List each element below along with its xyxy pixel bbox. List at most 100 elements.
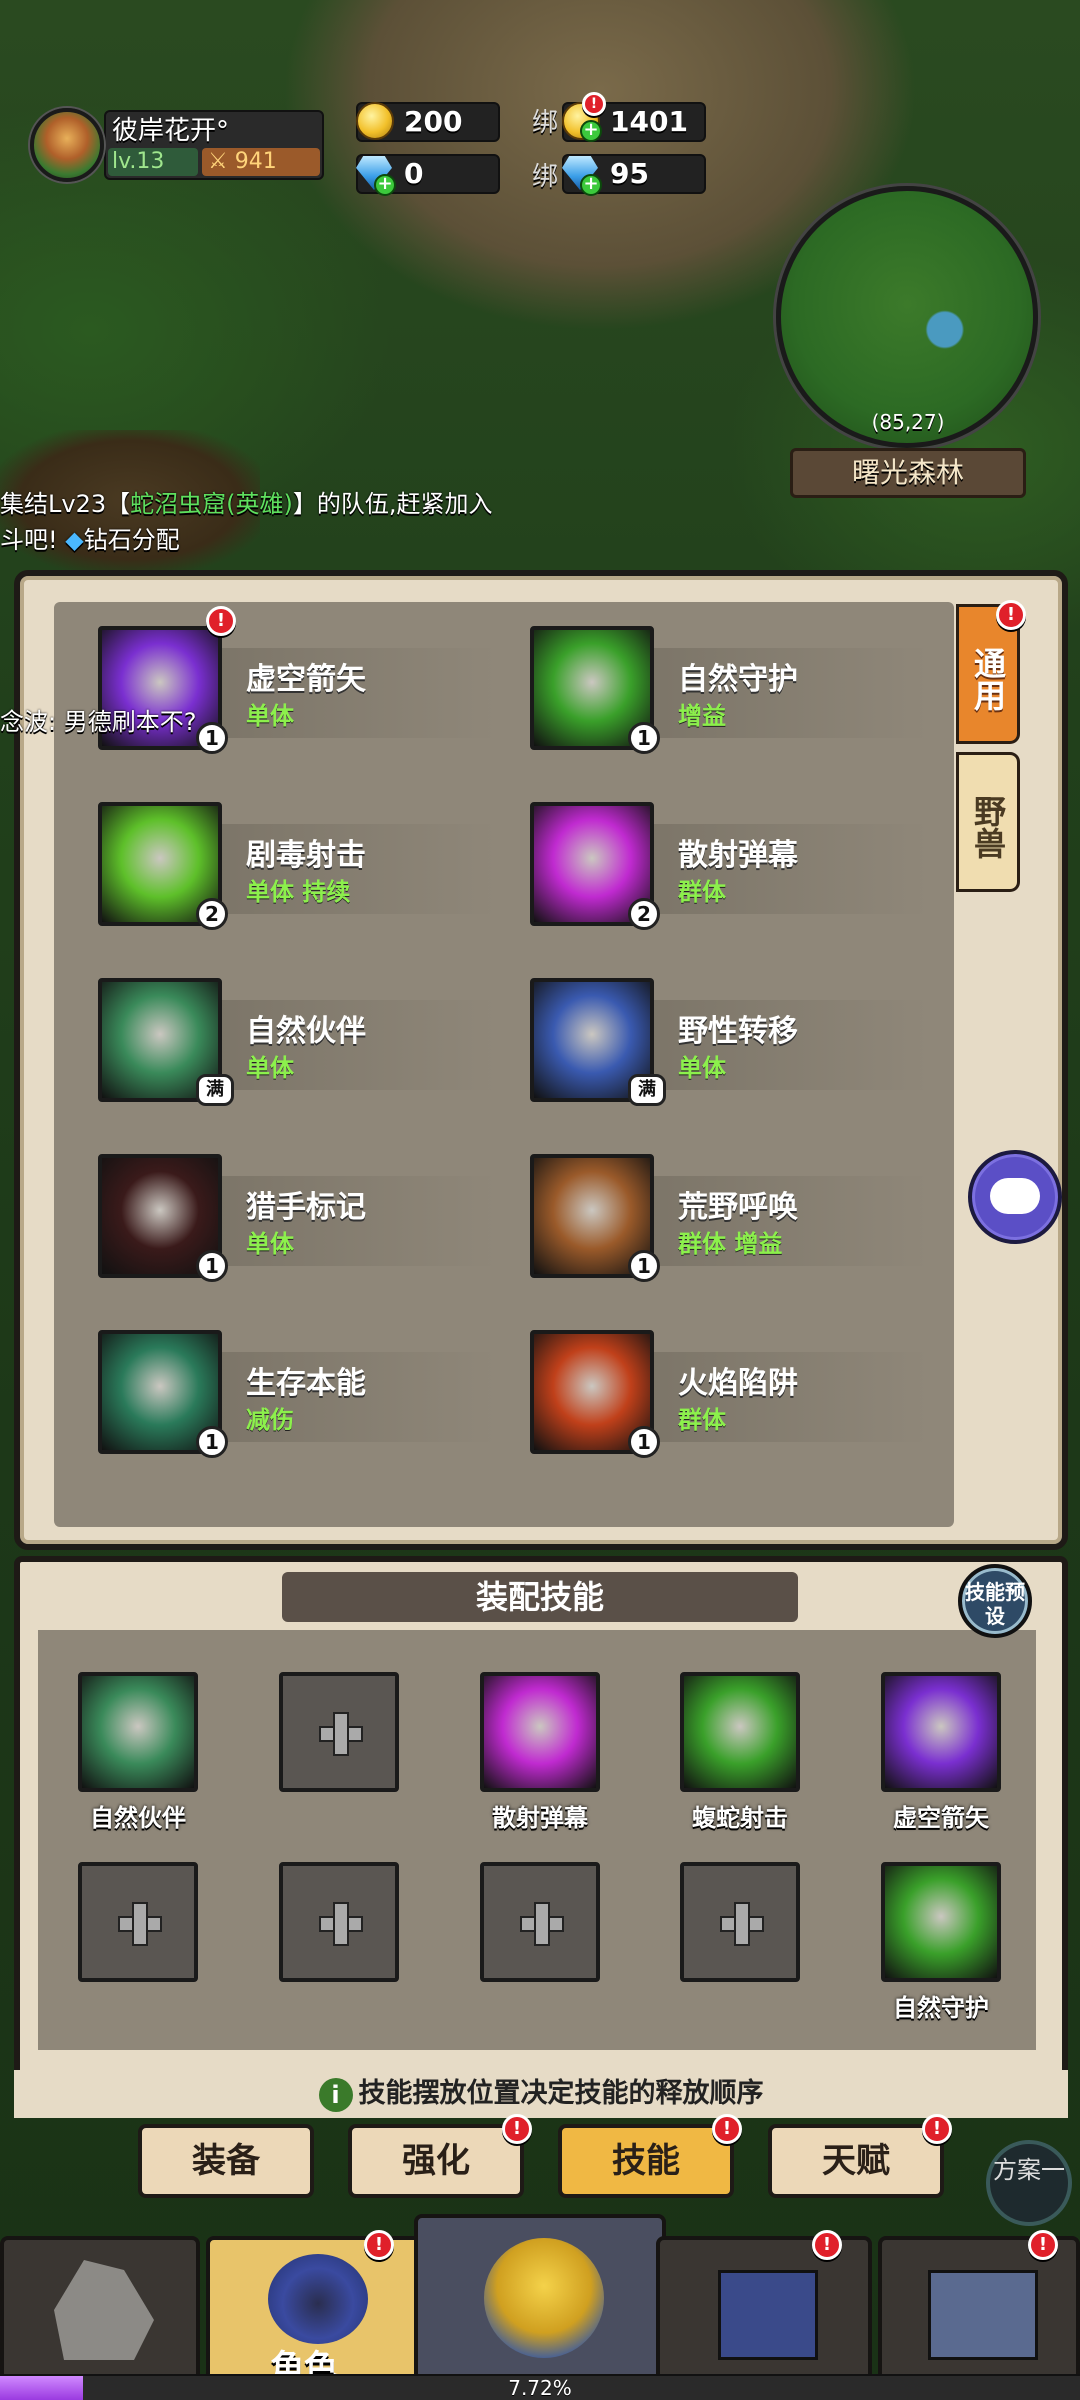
skill-tags: 群体	[678, 1406, 726, 1434]
gold-value: 200	[404, 105, 463, 138]
sword-icon: ⚔	[208, 149, 228, 174]
skill-name: 散射弹幕	[678, 838, 798, 873]
tab-skills[interactable]: 技能	[558, 2124, 734, 2198]
skill-card[interactable]: 荒野呼唤 群体 增益 1	[488, 1126, 928, 1282]
alert-badge-icon: !	[206, 606, 236, 636]
tab-equipment[interactable]: 装备	[138, 2124, 314, 2198]
map-name[interactable]: 曙光森林	[790, 448, 1026, 498]
xp-percent: 7.72%	[508, 2376, 572, 2400]
equipped-skill-slot[interactable]	[881, 1672, 1001, 1792]
alert-badge-icon: !	[712, 2114, 742, 2144]
mascot-battle-icon	[484, 2238, 604, 2358]
minimap[interactable]	[776, 186, 1038, 448]
skill-tags: 单体	[246, 702, 294, 730]
skill-level-badge: 1	[628, 1250, 660, 1282]
info-icon: i	[318, 2077, 353, 2112]
skill-tags: 减伤	[246, 1406, 294, 1434]
skill-level-badge: 1	[628, 1426, 660, 1458]
skill-name: 剧毒射击	[246, 838, 366, 873]
skill-card[interactable]: 野性转移单体满	[488, 950, 928, 1106]
tab-talent[interactable]: 天赋	[768, 2124, 944, 2198]
tab-beast[interactable]: 野兽	[956, 752, 1020, 892]
hooded-role-icon	[268, 2254, 368, 2344]
skill-card[interactable]: 自然守护 增益 1	[488, 598, 928, 754]
empty-skill-slot[interactable]	[78, 1862, 198, 1982]
bound-gold-value: 1401	[610, 105, 688, 138]
skill-level-badge: 1	[196, 1250, 228, 1282]
player-power: ⚔ 941	[202, 148, 320, 176]
gold-coin-icon	[356, 102, 394, 140]
nav-castle[interactable]	[656, 2236, 872, 2386]
skill-card[interactable]: 火焰陷阱群体 1	[488, 1302, 928, 1458]
skill-card[interactable]: 自然伙伴 单体满	[56, 950, 496, 1106]
bound-label-2: 绑	[532, 162, 559, 192]
alert-badge-icon: !	[1028, 2230, 1058, 2260]
skill-name: 自然守护	[678, 662, 798, 697]
rock-icon	[54, 2260, 154, 2360]
equipped-skill-slot[interactable]	[480, 1672, 600, 1792]
map-coordinates: (85,27)	[871, 410, 945, 434]
chat-bubble-button[interactable]	[968, 1150, 1062, 1244]
chat-message-1[interactable]: 集结Lv23【蛇沼虫窟(英雄)】的队伍,赶紧加入	[0, 484, 493, 519]
skill-name: 猎手标记	[246, 1190, 366, 1225]
empty-skill-slot[interactable]	[279, 1862, 399, 1982]
empty-skill-slot[interactable]	[680, 1862, 800, 1982]
fortress-icon	[928, 2270, 1038, 2360]
skill-name: 生存本能	[246, 1366, 366, 1401]
skill-level-badge: 2	[628, 898, 660, 930]
skill-card[interactable]: 生存本能减伤 1	[56, 1302, 496, 1458]
skill-level-badge: 2	[196, 898, 228, 930]
skill-tags: 单体	[678, 1054, 726, 1082]
equipped-skill-label: 散射弹幕	[492, 1804, 588, 1832]
add-bound-diamond-icon[interactable]: +	[580, 174, 602, 196]
player-level: lv.13	[108, 148, 198, 176]
skill-level-badge: 1	[196, 1426, 228, 1458]
skill-level-badge: 1	[196, 722, 228, 754]
skill-name: 野性转移	[678, 1014, 798, 1049]
hint-text: 技能摆放位置决定技能的释放顺序	[358, 2078, 764, 2109]
chat-text: 集结Lv23【	[0, 490, 131, 518]
skill-tags: 单体	[246, 1230, 294, 1258]
chat-dungeon-link[interactable]: 蛇沼虫窟(英雄)	[130, 490, 293, 518]
skill-preset-button[interactable]: 技能预设	[958, 1564, 1032, 1638]
bound-diamond-value: 95	[610, 157, 649, 190]
skill-name: 虚空箭矢	[246, 662, 366, 697]
skill-card[interactable]: 散射弹幕 群体 2	[488, 774, 928, 930]
chat-message-3[interactable]: 念波: 男德刷本不?	[0, 702, 196, 737]
equipped-skill-label: 蝮蛇射击	[692, 1804, 788, 1832]
plan-button[interactable]: 方案一	[986, 2140, 1072, 2226]
nav-battle[interactable]	[414, 2214, 666, 2386]
chat-text: 】的队伍,赶紧加入	[292, 490, 493, 518]
speech-bubble-icon	[990, 1178, 1040, 1214]
empty-skill-slot[interactable]	[279, 1672, 399, 1792]
alert-badge-icon: !	[502, 2114, 532, 2144]
skill-name: 荒野呼唤	[678, 1190, 798, 1225]
add-diamond-icon[interactable]: +	[374, 174, 396, 196]
equipped-skill-slot[interactable]	[881, 1862, 1001, 1982]
equipped-skill-slot[interactable]	[680, 1672, 800, 1792]
nav-role[interactable]: 角色	[206, 2236, 422, 2388]
nav-rock[interactable]	[0, 2236, 200, 2386]
chat-text: 钻石分配	[83, 526, 180, 554]
diamond-value: 0	[404, 157, 424, 190]
equipped-skill-label: 虚空箭矢	[893, 1804, 989, 1832]
chat-text: 斗吧!	[0, 526, 58, 554]
skill-card[interactable]: 猎手标记单体 1	[56, 1126, 496, 1282]
equipped-skill-slot[interactable]	[78, 1672, 198, 1792]
skill-level-badge: 1	[628, 722, 660, 754]
skill-name: 火焰陷阱	[678, 1366, 798, 1401]
alert-badge-icon: !	[922, 2114, 952, 2144]
tab-enhance[interactable]: 强化	[348, 2124, 524, 2198]
alert-badge-icon: !	[996, 600, 1026, 630]
player-avatar[interactable]	[30, 108, 104, 182]
skill-name: 自然伙伴	[246, 1014, 366, 1049]
skill-tags: 单体 持续	[246, 878, 351, 906]
empty-skill-slot[interactable]	[480, 1862, 600, 1982]
alert-badge-icon: !	[582, 92, 606, 116]
add-bound-gold-icon[interactable]: +	[580, 120, 602, 142]
nav-guild[interactable]	[878, 2236, 1080, 2386]
skill-card[interactable]: 剧毒射击单体 持续 2	[56, 774, 496, 930]
skill-level-badge: 满	[628, 1074, 666, 1106]
equipped-skill-label: 自然守护	[893, 1994, 989, 2022]
chat-message-2[interactable]: 斗吧! ◆钻石分配	[0, 520, 180, 555]
